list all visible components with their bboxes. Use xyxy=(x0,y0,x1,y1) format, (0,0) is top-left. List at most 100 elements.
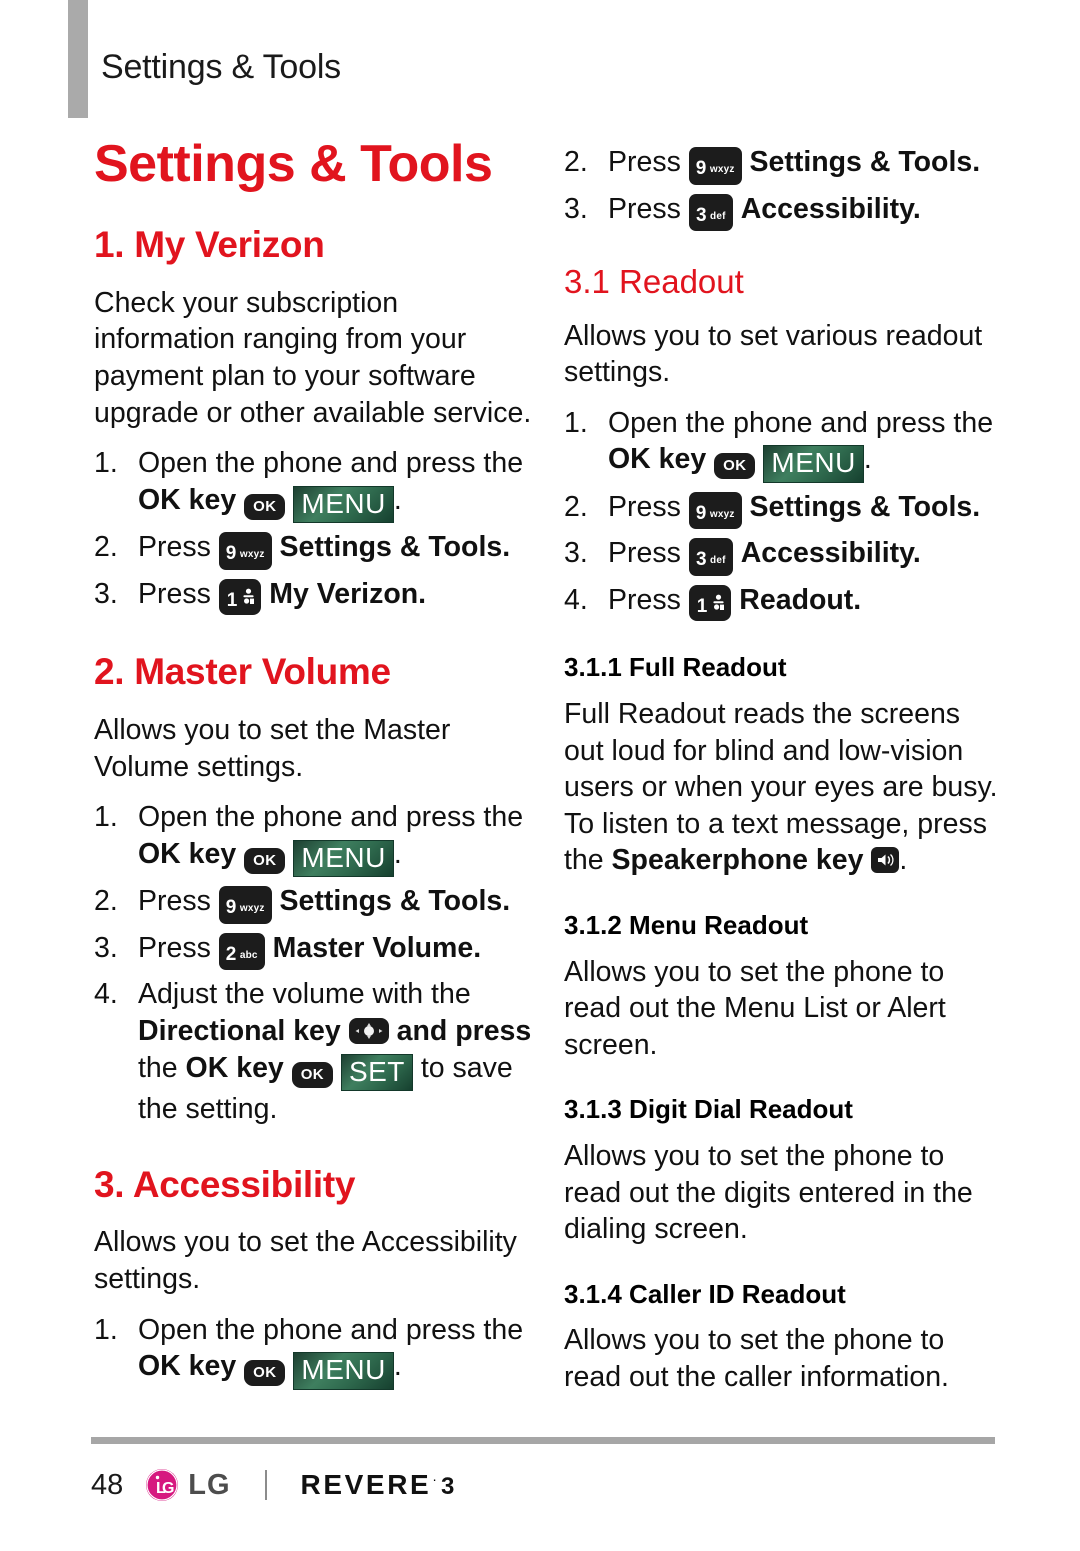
page-footer: 48 L G LG REVERE· 3 xyxy=(91,1468,454,1502)
subsubsection-body-caller-id-readout: Allows you to set the phone to read out … xyxy=(564,1324,949,1394)
subsubsection-body-digit-dial-readout: Allows you to set the phone to read out … xyxy=(564,1140,973,1246)
step-bold: My Verizon xyxy=(269,577,419,610)
step-number: 1. xyxy=(94,447,118,480)
model-version: 3 xyxy=(440,1473,455,1500)
list-item: 2. Press 9 wxyz Settings & Tools. xyxy=(564,489,1004,530)
section-intro-my-verizon: Check your subscription information rang… xyxy=(94,286,532,429)
step-period: . xyxy=(393,1350,402,1383)
step-bold-ok-key: OK key xyxy=(185,1051,284,1084)
running-header-title: Settings & Tools xyxy=(101,48,341,86)
menu-softkey-icon: MENU xyxy=(293,839,394,878)
subsubsection-heading-caller-id-readout: 3.1.4 Caller ID Readout xyxy=(564,1278,846,1309)
list-item: 4. Press 1 Readout. xyxy=(564,582,1004,622)
step-bold: OK key xyxy=(138,837,237,870)
key-2-abc-icon: 2 abc xyxy=(218,932,265,971)
step-text: Open the phone and press the xyxy=(138,1313,524,1346)
step-bold: Accessibility xyxy=(740,537,913,570)
key-3-def-icon: 3 def xyxy=(688,538,733,576)
list-item: 1. Open the phone and press the OK key O… xyxy=(94,1312,534,1390)
step-text-and-press: and press xyxy=(388,1014,532,1047)
step-text: Adjust the volume with the xyxy=(138,978,471,1011)
step-bold: Settings & Tools xyxy=(749,146,973,178)
step-number: 3. xyxy=(94,577,118,610)
step-number: 2. xyxy=(94,885,118,918)
key-9-wxyz-icon: 9 wxyz xyxy=(218,886,272,924)
subsubsection-heading-menu-readout: 3.1.2 Menu Readout xyxy=(564,910,809,940)
step-text: Press xyxy=(138,577,219,610)
subsubsection-body-menu-readout: Allows you to set the phone to read out … xyxy=(564,955,946,1061)
lg-mark-icon: L G xyxy=(145,1468,179,1502)
step-number: 4. xyxy=(564,583,588,616)
step-period: . xyxy=(393,483,402,516)
ok-key-icon: OK xyxy=(244,1360,286,1387)
list-item: 3. Press 3 def Accessibility. xyxy=(564,535,1004,576)
subsubsection-heading-full-readout: 3.1.1 Full Readout xyxy=(564,652,787,683)
list-item: 2. Press 9 wxyz Settings & Tools. xyxy=(94,883,534,924)
step-text: Press xyxy=(608,583,689,616)
directional-key-icon xyxy=(348,1017,389,1044)
steps-my-verizon: 1. Open the phone and press the OK key O… xyxy=(94,445,534,616)
step-number: 1. xyxy=(564,406,588,439)
set-softkey-icon: SET xyxy=(340,1053,413,1091)
step-text: Press xyxy=(138,931,219,964)
subsubsection-body-full-readout: Full Readout reads the screens out loud … xyxy=(564,696,1004,879)
step-number: 4. xyxy=(94,978,118,1011)
step-bold: Settings & Tools xyxy=(279,531,503,564)
section-intro-accessibility: Allows you to set the Accessibility sett… xyxy=(94,1226,517,1296)
list-item: 1. Open the phone and press the OK key O… xyxy=(94,445,534,524)
step-period: . xyxy=(853,583,862,616)
section-heading-my-verizon: 1. My Verizon xyxy=(94,224,325,265)
subsubsection-heading-digit-dial-readout: 3.1.3 Digit Dial Readout xyxy=(564,1094,853,1125)
step-text: Press xyxy=(608,537,689,570)
steps-master-volume: 1. Open the phone and press the OK key O… xyxy=(94,799,534,1127)
step-text-the-setting: the setting. xyxy=(138,1092,278,1125)
step-number: 1. xyxy=(94,801,118,834)
step-number: 1. xyxy=(94,1313,118,1346)
step-period: . xyxy=(912,192,921,225)
step-period: . xyxy=(473,931,482,964)
right-column: 2. Press 9 wxyz Settings & Tools. 3. Pres… xyxy=(564,138,1004,1410)
step-bold: OK key xyxy=(608,443,707,476)
steps-accessibility-continued: 2. Press 9 wxyz Settings & Tools. 3. Pres… xyxy=(564,144,1004,231)
ok-key-icon: OK xyxy=(714,453,756,480)
step-bold: Settings & Tools xyxy=(279,885,503,918)
key-3-def-icon: 3 def xyxy=(688,193,733,231)
list-item: 3. Press 2 abc Master Volume. xyxy=(94,930,534,971)
step-period: . xyxy=(393,837,402,870)
key-1-contact-icon: 1 xyxy=(688,584,732,622)
step-number: 3. xyxy=(564,537,588,570)
list-item: 1. Open the phone and press the OK key O… xyxy=(564,405,1004,483)
contact-glyph-icon xyxy=(712,594,725,611)
key-9-wxyz-icon: 9 wxyz xyxy=(688,491,742,530)
step-bold: OK key xyxy=(138,1350,237,1383)
steps-accessibility: 1. Open the phone and press the OK key O… xyxy=(94,1312,534,1390)
step-text: Press xyxy=(138,531,219,564)
section-heading-master-volume: 2. Master Volume xyxy=(94,651,391,693)
svg-text:G: G xyxy=(162,1480,174,1497)
header-accent-bar xyxy=(68,0,88,118)
step-number: 2. xyxy=(564,490,588,523)
list-item: 4. Adjust the volume with the Directiona… xyxy=(94,976,534,1127)
step-number: 3. xyxy=(564,192,588,225)
key-9-wxyz-icon: 9 wxyz xyxy=(688,147,742,185)
ok-key-icon: OK xyxy=(244,847,286,874)
step-text: Press xyxy=(608,490,689,523)
step-text: Open the phone and press the xyxy=(138,447,524,480)
body-bold-speakerphone: Speakerphone key xyxy=(611,844,864,877)
step-number: 3. xyxy=(94,931,118,964)
lg-wordmark: LG xyxy=(188,1468,231,1501)
step-text-to-save: to save xyxy=(412,1051,513,1084)
step-period: . xyxy=(972,490,981,523)
list-item: 3. Press 1 My Verizon. xyxy=(94,576,534,616)
step-number: 2. xyxy=(94,531,118,564)
speakerphone-key-icon xyxy=(871,847,900,874)
model-name-group: REVERE· 3 xyxy=(301,1469,455,1501)
step-number: 2. xyxy=(564,146,588,178)
footer-divider xyxy=(91,1437,995,1444)
step-bold-directional: Directional key xyxy=(138,1014,341,1047)
step-text-the: the xyxy=(138,1051,186,1084)
list-item: 2. Press 9 wxyz Settings & Tools. xyxy=(94,529,534,570)
step-bold: Readout xyxy=(739,583,854,616)
step-period: . xyxy=(863,443,872,476)
step-period: . xyxy=(972,146,981,178)
